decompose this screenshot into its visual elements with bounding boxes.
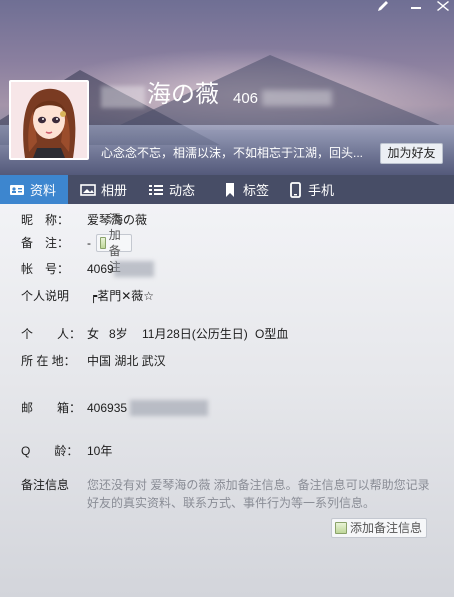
add-note-info-button[interactable]: 添加备注信息 <box>331 518 428 538</box>
note-info-text: 您还没有对 爱琴海の薇 添加备注信息。备注信息可以帮助您记录好友的真实资料、联系… <box>87 478 430 510</box>
email-label: 邮 箱： <box>21 401 82 415</box>
email-value[interactable]: 406935 <box>87 399 127 417</box>
header-nickname: 海の薇 <box>147 81 219 108</box>
q-age-value: 10年 <box>87 444 113 458</box>
tab-feed[interactable]: 动态 <box>138 175 210 204</box>
photo-album-icon <box>80 182 96 198</box>
tab-label: 动态 <box>169 183 196 198</box>
profile-window: 海の薇 406 心念念不忘，相濡以沫，不如相忘于江湖，回头... 加为好友 资料… <box>0 0 454 597</box>
tab-album[interactable]: 相册 <box>68 175 138 204</box>
gender-value: 女 <box>87 327 100 341</box>
nickname-redacted-part <box>101 86 145 108</box>
tab-tags[interactable]: 标签 <box>210 175 278 204</box>
remark-value: - <box>87 236 91 250</box>
tab-label: 相册 <box>101 183 128 198</box>
personal-signature[interactable]: 心念念不忘，相濡以沫，不如相忘于江湖，回头... <box>101 145 363 161</box>
tab-label: 资料 <box>30 183 57 198</box>
profile-card-icon <box>9 182 25 198</box>
tab-label: 标签 <box>243 183 270 198</box>
account-value: 4069 <box>87 262 114 276</box>
profile-header: 海の薇 406 心念念不忘，相濡以沫，不如相忘于江湖，回头... 加为好友 <box>0 0 454 175</box>
personal-label: 个 人： <box>21 327 82 341</box>
email-redacted-part <box>130 400 208 416</box>
bio-label: 个人说明 <box>21 289 70 303</box>
note-icon <box>100 237 106 249</box>
avatar[interactable] <box>9 80 89 160</box>
remark-label: 备 注： <box>21 236 70 250</box>
avatar-girl-illustration <box>11 82 87 158</box>
feed-list-icon <box>148 182 164 198</box>
mobile-phone-icon <box>287 181 303 198</box>
pencil-icon[interactable] <box>376 0 390 14</box>
tab-mobile[interactable]: 手机 <box>278 175 358 204</box>
q-age-label: Q 龄： <box>21 444 79 458</box>
account-label: 帐 号： <box>21 262 70 276</box>
note-icon <box>335 522 347 534</box>
qq-number-redacted-part <box>262 90 332 106</box>
age-value: 8岁 <box>109 327 128 341</box>
nickname-label: 昵 称： <box>21 213 70 227</box>
header-qq-number: 406 <box>233 90 259 107</box>
note-info-label: 备注信息 <box>21 478 70 492</box>
profile-tab-bar: 资料 相册 动态 标签 手机 <box>0 175 454 204</box>
minimize-icon[interactable] <box>410 0 422 14</box>
tab-profile[interactable]: 资料 <box>0 175 68 204</box>
add-friend-button[interactable]: 加为好友 <box>380 143 443 164</box>
birthday-value: 11月28日(公历生日) <box>142 327 248 341</box>
add-remark-button[interactable]: 添加备注 <box>96 212 133 274</box>
location-label: 所 在 地： <box>21 354 76 368</box>
profile-details: 昵 称： 爱琴海の薇 备 注： - 添加备注 帐 号： 4069 个人说明 ┍茗… <box>0 204 454 597</box>
bookmark-icon <box>222 182 238 198</box>
blood-type-value: O型血 <box>255 327 289 341</box>
bio-value: ┍茗門✕薇☆ <box>90 289 155 303</box>
tab-label: 手机 <box>308 183 335 198</box>
add-note-info-label: 添加备注信息 <box>350 521 423 535</box>
location-value: 中国 湖北 武汉 <box>87 354 166 368</box>
account-redacted-part <box>114 261 154 277</box>
close-icon[interactable] <box>437 0 449 14</box>
